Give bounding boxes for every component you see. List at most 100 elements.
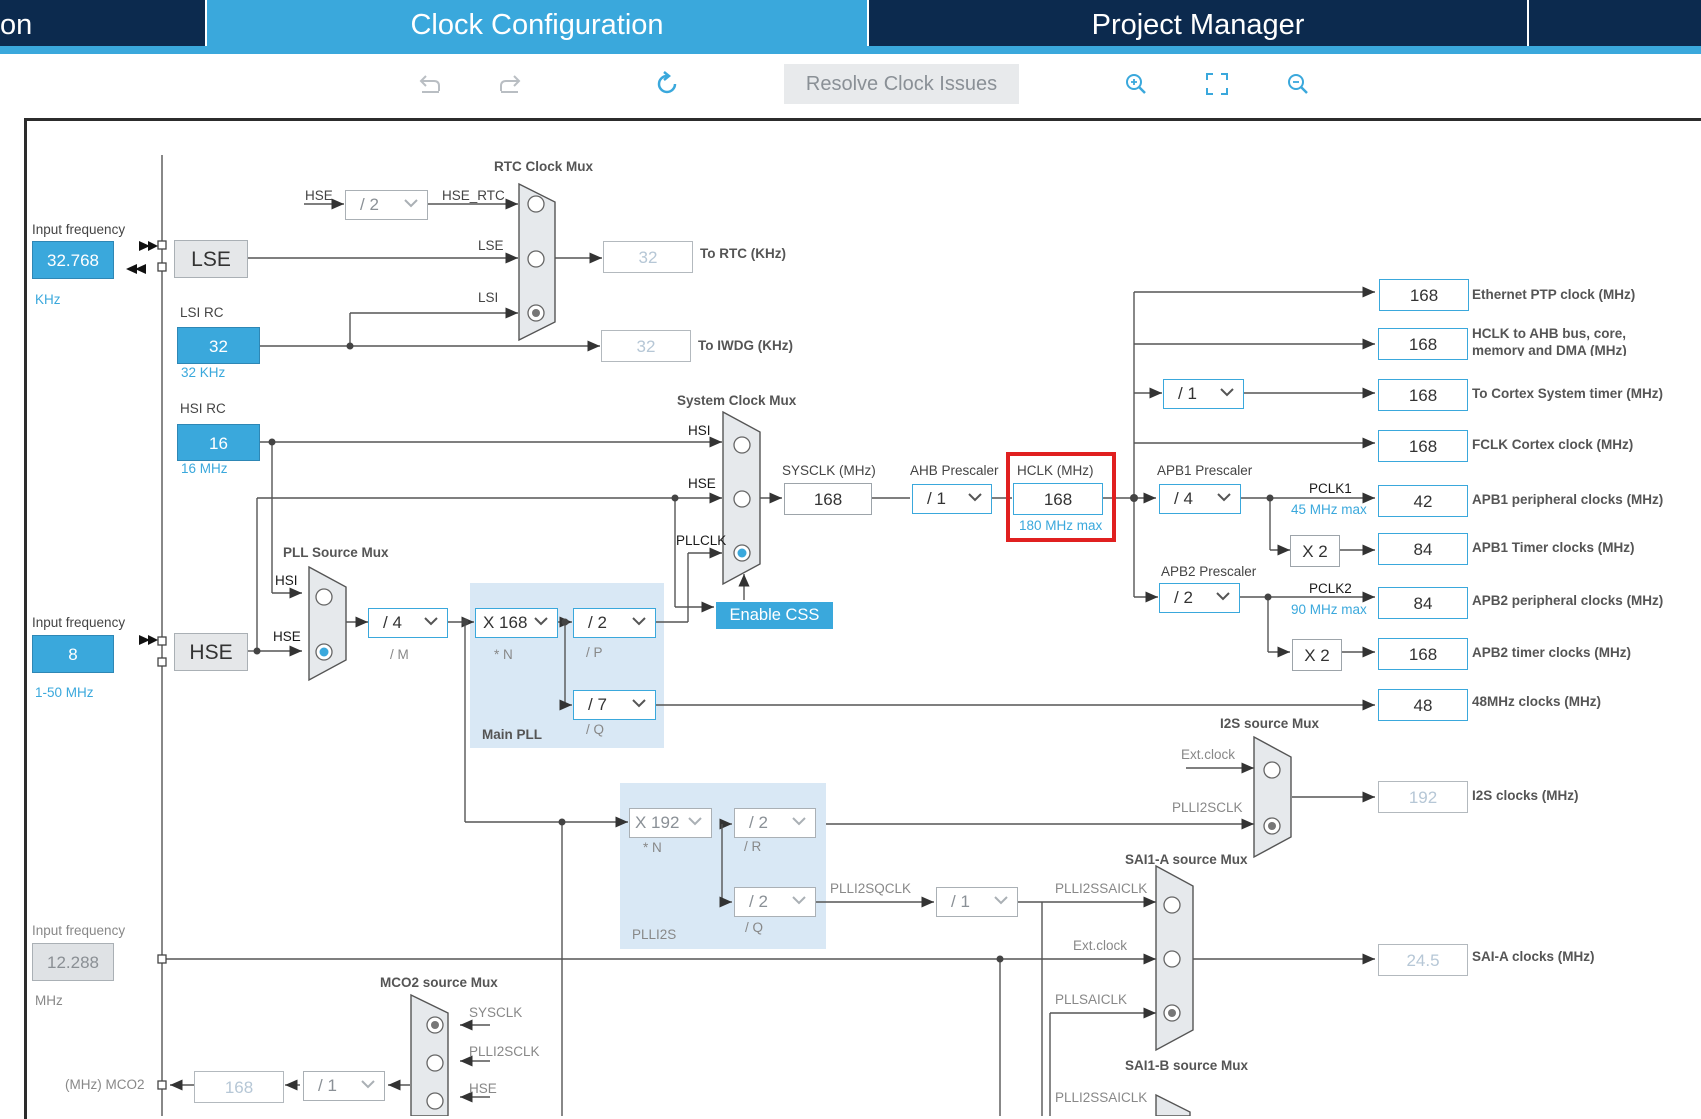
cortex-system-timer-value[interactable]: 168 (1378, 379, 1468, 411)
lse-input-caption: Input frequency (32, 222, 126, 237)
plli2s-n-dropdown[interactable]: X 192 (629, 808, 712, 838)
pll-p-dropdown[interactable]: / 2 (573, 608, 656, 638)
pll-m-value: / 4 (383, 613, 402, 632)
main-pll-title: Main PLL (482, 727, 542, 742)
mco2-output-value[interactable]: 168 (194, 1071, 284, 1103)
plli2s-n-label: * N (643, 840, 662, 855)
apb1-peripheral-label: APB1 peripheral clocks (MHz) (1472, 492, 1664, 507)
sai-b-source-mux-title: SAI1-B source Mux (1125, 1058, 1249, 1073)
plli2sq-divider-dropdown[interactable]: / 1 (936, 887, 1018, 917)
pclk1-max: 45 MHz max (1291, 502, 1367, 517)
mco2-source-mux-title: MCO2 source Mux (380, 975, 498, 990)
i2s-clock-value[interactable]: 192 (1378, 781, 1468, 813)
sysmux-hsi-label: HSI (688, 423, 711, 438)
pllsrc-hse-label: HSE (273, 629, 301, 644)
hclk-ahb-value[interactable]: 168 (1378, 328, 1468, 360)
sai-a-plli2ssaiclk-label: PLLI2SSAICLK (1055, 881, 1148, 896)
mco2-plli2sclk-label: PLLI2SCLK (469, 1044, 540, 1059)
rtc-lsi-label: LSI (478, 290, 499, 305)
rtc-mux-title: RTC Clock Mux (494, 159, 594, 174)
cortex-timer-divider-value: / 1 (1178, 384, 1197, 403)
pll-n-dropdown[interactable]: X 168 (475, 608, 558, 638)
pclk2-max: 90 MHz max (1291, 602, 1367, 617)
chevron-down-icon (632, 699, 646, 708)
plli2s-r-dropdown[interactable]: / 2 (734, 808, 816, 838)
apb1-timer-value[interactable]: 84 (1378, 533, 1468, 565)
pll-m-dropdown[interactable]: / 4 (368, 608, 448, 638)
sai-a-source-mux-title: SAI1-A source Mux (1125, 852, 1248, 867)
chevron-down-icon (994, 896, 1008, 905)
mco2-divider-dropdown[interactable]: / 1 (303, 1071, 385, 1101)
lsi-unit: 32 KHz (181, 365, 226, 380)
pll-q-value: / 7 (588, 695, 607, 714)
sai-a-clock-value[interactable]: 24.5 (1378, 944, 1468, 976)
clk48-value[interactable]: 48 (1378, 689, 1468, 721)
pll-q-dropdown[interactable]: / 7 (573, 690, 656, 720)
mco2-divider-value: / 1 (318, 1076, 337, 1095)
ahb-prescaler-label: AHB Prescaler (910, 463, 999, 478)
chevron-down-icon (1220, 388, 1234, 397)
i2s-plli2sclk-label: PLLI2SCLK (1172, 800, 1243, 815)
clk48-label: 48MHz clocks (MHz) (1472, 694, 1602, 709)
system-clock-mux-title: System Clock Mux (677, 393, 797, 408)
rtc-divider-dropdown[interactable]: / 2 (345, 190, 428, 220)
hse-frequency-input[interactable]: 8 (32, 635, 114, 673)
pclk2-label: PCLK2 (1309, 581, 1352, 596)
chevron-down-icon (1217, 493, 1231, 502)
hse-input-caption: Input frequency (32, 615, 126, 630)
mco2-sysclk-label: SYSCLK (469, 1005, 523, 1020)
cortex-timer-divider-dropdown[interactable]: / 1 (1163, 379, 1244, 409)
apb1-peripheral-value[interactable]: 42 (1378, 485, 1468, 517)
ext-unit: MHz (35, 993, 63, 1008)
plli2s-q-label: / Q (745, 920, 764, 935)
pll-n-value: X 168 (483, 613, 528, 632)
lse-source: LSE (174, 240, 248, 278)
apb1-timer-label: APB1 Timer clocks (MHz) (1472, 540, 1635, 555)
plli2s-q-dropdown[interactable]: / 2 (734, 887, 816, 917)
hse-source: HSE (174, 633, 248, 671)
lsi-caption: LSI RC (180, 305, 224, 320)
fclk-cortex-value[interactable]: 168 (1378, 430, 1468, 462)
pll-p-label: / P (586, 645, 603, 660)
apb2-peripheral-value[interactable]: 84 (1378, 587, 1468, 619)
pll-source-mux-title: PLL Source Mux (283, 545, 389, 560)
hsi-unit: 16 MHz (181, 461, 228, 476)
sysmux-hse-label: HSE (688, 476, 716, 491)
ext-frequency-input[interactable]: 12.288 (32, 943, 114, 981)
hsi-frequency: 16 (177, 424, 260, 461)
apb2-peripheral-label: APB2 peripheral clocks (MHz) (1472, 593, 1664, 608)
iwdg-output-value: 32 (601, 330, 691, 362)
sysclk-value: 168 (784, 483, 872, 515)
chevron-down-icon (792, 817, 806, 826)
rtc-output-label: To RTC (KHz) (700, 246, 786, 261)
plli2sq-divider-value: / 1 (951, 892, 970, 911)
plli2sqclk-label: PLLI2SQCLK (830, 881, 912, 896)
plli2s-n-value: X 192 (635, 813, 680, 832)
sai-b-plli2ssaiclk-label: PLLI2SSAICLK (1055, 1090, 1148, 1105)
chevron-down-icon (792, 896, 806, 905)
rtc-divider-value: / 2 (360, 195, 379, 214)
pll-q-label: / Q (586, 722, 605, 737)
sai-a-ext-clock-label: Ext.clock (1073, 938, 1128, 953)
pll-p-value: / 2 (588, 613, 607, 632)
plli2s-title: PLLI2S (632, 927, 677, 942)
ethernet-ptp-clock-value[interactable]: 168 (1379, 279, 1469, 311)
lse-frequency-input[interactable]: 32.768 (32, 241, 114, 279)
apb1-timer-multiplier: X 2 (1290, 535, 1340, 567)
apb1-prescaler-dropdown[interactable]: / 4 (1159, 484, 1241, 514)
apb2-prescaler-label: APB2 Prescaler (1161, 564, 1257, 579)
mco2-hse-label: HSE (469, 1081, 497, 1096)
lsi-frequency: 32 (177, 327, 260, 364)
plli2s-r-label: / R (744, 839, 762, 854)
apb2-prescaler-dropdown[interactable]: / 2 (1159, 583, 1240, 613)
sysclk-label: SYSCLK (MHz) (782, 463, 876, 478)
ahb-prescaler-value: / 1 (927, 489, 946, 508)
enable-css-button[interactable]: Enable CSS (716, 602, 833, 629)
pll-n-label: * N (494, 647, 513, 662)
hsi-caption: HSI RC (180, 401, 226, 416)
i2s-source-mux (1253, 735, 1292, 859)
apb2-timer-value[interactable]: 168 (1378, 638, 1468, 670)
ahb-prescaler-dropdown[interactable]: / 1 (912, 484, 992, 514)
sai-a-pllsaiclk-label: PLLSAICLK (1055, 992, 1128, 1007)
pllsrc-hsi-label: HSI (275, 573, 298, 588)
